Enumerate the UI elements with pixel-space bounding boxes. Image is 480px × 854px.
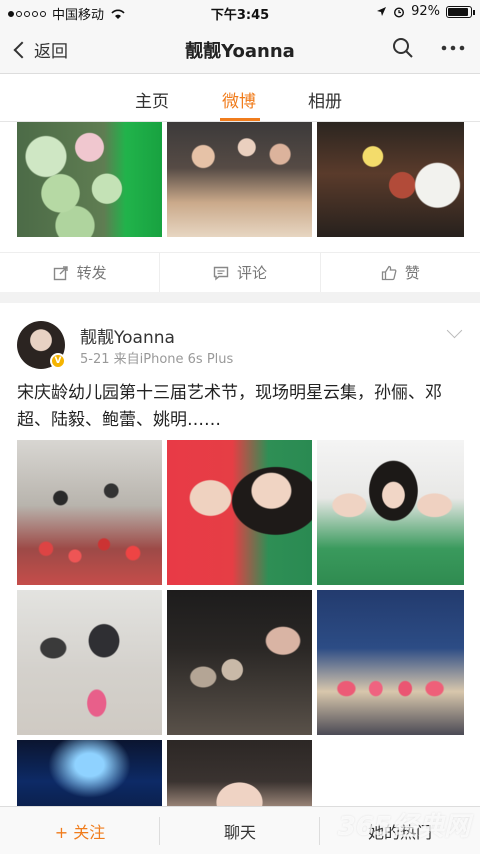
nav-actions: [392, 37, 466, 59]
profile-tabs: 主页 微博 相册: [0, 74, 480, 122]
chevron-down-icon[interactable]: [446, 322, 463, 339]
follow-button[interactable]: + 关注: [0, 807, 160, 854]
tab-home[interactable]: 主页: [135, 87, 169, 112]
tab-album[interactable]: 相册: [308, 87, 342, 112]
post-meta: 5-21 来自iPhone 6s Plus: [80, 352, 234, 367]
search-icon[interactable]: [392, 37, 414, 59]
status-bar: 中国移动 下午3:45 92%: [0, 0, 480, 24]
her-hot-button[interactable]: 她的热门: [320, 807, 480, 854]
bottom-action-bar: + 关注 聊天 她的热门: [0, 806, 480, 854]
navigation-bar: 返回 靓靓Yoanna: [0, 24, 480, 74]
battery-label: 92%: [411, 4, 440, 19]
status-right: 92%: [376, 4, 475, 19]
repost-label: 转发: [76, 264, 107, 282]
weibo-profile-screen: 中国移动 下午3:45 92% 返回 靓靓Yoanna 主页 微博 相册 转发 …: [0, 0, 480, 854]
photo-guavas[interactable]: [17, 122, 162, 237]
like-button[interactable]: 赞: [321, 253, 480, 292]
photo-selfie-two[interactable]: [167, 440, 312, 585]
comment-label: 评论: [236, 264, 267, 282]
previous-post-card: 转发 评论 赞: [0, 122, 480, 292]
photo-celebrities[interactable]: [167, 590, 312, 735]
photo-restaurant[interactable]: [167, 122, 312, 237]
verified-badge-icon: V: [50, 353, 66, 369]
like-label: 赞: [404, 264, 420, 282]
thumbs-up-icon: [381, 265, 397, 280]
repost-icon: [53, 265, 68, 280]
tab-weibo[interactable]: 微博: [222, 87, 256, 112]
post-text: 宋庆龄幼儿园第十三届艺术节，现场明星云集，孙俪、邓超、陆毅、鲍蕾、姚明……: [17, 383, 442, 430]
card-separator: [0, 292, 480, 303]
photo-street-stall[interactable]: [317, 122, 464, 237]
photo-kids-performance[interactable]: [317, 590, 464, 735]
post-username[interactable]: 靓靓Yoanna: [80, 323, 175, 348]
repost-button[interactable]: 转发: [0, 253, 161, 292]
feed: 转发 评论 赞 V 靓靓Yoanna 5-21 来自iPhone 6s Plus…: [0, 122, 480, 823]
post-actions: 转发 评论 赞: [0, 252, 480, 292]
tab-active-indicator: [220, 118, 260, 121]
photo-selfie-three[interactable]: [317, 440, 464, 585]
photo-family-lobby[interactable]: [17, 590, 162, 735]
post-card: V 靓靓Yoanna 5-21 来自iPhone 6s Plus 宋庆龄幼儿园第…: [0, 303, 480, 823]
more-icon[interactable]: [440, 37, 466, 59]
alarm-icon: [394, 6, 405, 18]
battery-icon: [446, 5, 475, 18]
photo-group-stage[interactable]: [17, 440, 162, 585]
location-icon: [377, 7, 387, 16]
chat-button[interactable]: 聊天: [160, 807, 320, 854]
comment-button[interactable]: 评论: [160, 253, 321, 292]
comment-icon: [213, 266, 229, 280]
